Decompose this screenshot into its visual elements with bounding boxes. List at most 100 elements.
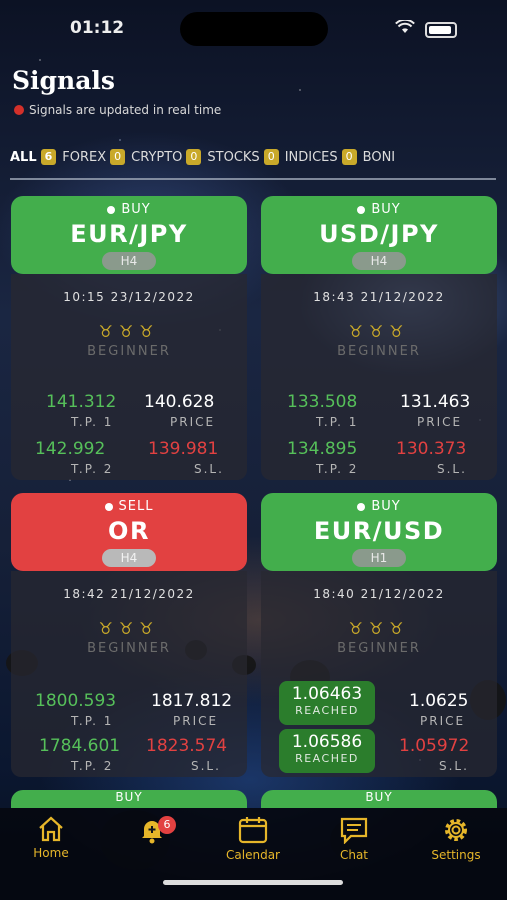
status-time: 01:12 — [70, 18, 125, 38]
signal-side: BUY — [11, 202, 247, 217]
tp1-value: 1800.593 — [35, 691, 117, 711]
signal-card-body: 18:43 21/12/2022 ♉♉♉ BEGINNER 133.508 T.… — [261, 274, 497, 480]
signal-pair: EUR/JPY — [70, 220, 188, 248]
price-label: PRICE — [420, 714, 466, 728]
tp2-value: 134.895 — [287, 439, 358, 459]
tab-all[interactable]: ALL 6 — [10, 146, 57, 168]
tp1-value: 1.06463 — [291, 684, 363, 704]
tab-indices[interactable]: INDICES 0 — [285, 146, 357, 168]
tab-label: INDICES — [284, 149, 338, 165]
tp2-reached-badge: 1.06586 REACHED — [279, 729, 375, 773]
signal-date: 18:42 21/12/2022 — [63, 587, 195, 601]
tabs-divider — [10, 178, 496, 180]
signal-card-usdjpy[interactable]: BUY USD/JPY H4 18:43 21/12/2022 ♉♉♉ BEGI… — [261, 196, 497, 480]
sl-label: S.L. — [439, 759, 469, 773]
bull-rating-icons: ♉♉♉ — [98, 322, 160, 341]
tab-label: ALL — [10, 149, 37, 165]
price-value: 140.628 — [144, 392, 215, 412]
tab-stocks[interactable]: STOCKS 0 — [207, 146, 279, 168]
bottom-nav: Home 6 Calendar Chat Settings — [0, 808, 507, 900]
nav-calendar[interactable]: Calendar — [213, 816, 293, 862]
signal-card-body: 10:15 23/12/2022 ♉♉♉ BEGINNER 141.312 T.… — [11, 274, 247, 480]
nav-label: Settings — [431, 848, 481, 862]
tab-label: BONI — [362, 149, 396, 165]
price-label: PRICE — [173, 714, 219, 728]
home-indicator[interactable] — [163, 880, 343, 885]
side-dot-icon — [357, 205, 366, 214]
signal-card-or[interactable]: SELL OR H4 18:42 21/12/2022 ♉♉♉ BEGINNER… — [11, 493, 247, 777]
side-dot-icon — [357, 502, 366, 511]
signal-card-body: 18:42 21/12/2022 ♉♉♉ BEGINNER 1800.593 T… — [11, 571, 247, 777]
tab-count-badge: 6 — [40, 149, 57, 165]
home-icon — [39, 816, 63, 842]
timeframe-badge: H4 — [102, 252, 156, 270]
signal-side: SELL — [11, 499, 247, 514]
tp2-label: T.P. 2 — [71, 462, 114, 476]
signal-card-eurusd[interactable]: BUY EUR/USD H1 18:40 21/12/2022 ♉♉♉ BEGI… — [261, 493, 497, 777]
timeframe-badge: H4 — [352, 252, 406, 270]
category-tabs: ALL 6 FOREX 0 CRYPTO 0 STOCKS 0 INDICES … — [10, 146, 500, 168]
battery-icon — [425, 22, 457, 38]
signal-card-peek[interactable]: BUY — [261, 790, 497, 808]
nav-alerts[interactable]: 6 — [112, 816, 192, 848]
gear-icon — [445, 819, 467, 841]
tab-count-badge: 0 — [110, 149, 126, 165]
tp2-label: T.P. 2 — [71, 759, 114, 773]
signal-side: BUY — [261, 202, 497, 217]
tab-forex[interactable]: FOREX 0 — [62, 146, 126, 168]
tp1-value: 141.312 — [46, 392, 117, 412]
signal-pair: OR — [108, 517, 150, 545]
nav-chat[interactable]: Chat — [314, 816, 394, 862]
signal-side-label: BUY — [371, 499, 401, 514]
price-value: 1817.812 — [151, 691, 233, 711]
sl-label: S.L. — [191, 759, 221, 773]
tp2-value: 142.992 — [35, 439, 106, 459]
signal-pair: USD/JPY — [319, 220, 439, 248]
tab-crypto[interactable]: CRYPTO 0 — [131, 146, 202, 168]
notification-count-badge: 6 — [158, 816, 176, 834]
signal-side-label: SELL — [118, 499, 154, 514]
tp1-label: REACHED — [295, 704, 359, 717]
signal-level: BEGINNER — [87, 344, 171, 359]
tp2-value: 1.06586 — [291, 732, 363, 752]
price-value: 131.463 — [400, 392, 471, 412]
bull-rating-icons: ♉♉♉ — [98, 619, 160, 638]
price-label: PRICE — [170, 415, 216, 429]
nav-home[interactable]: Home — [11, 816, 91, 860]
tab-bonds[interactable]: BONI — [363, 146, 395, 168]
price-value: 1.0625 — [409, 691, 469, 711]
status-bar: 01:12 — [0, 0, 507, 56]
realtime-note-text: Signals are updated in real time — [29, 103, 222, 117]
wifi-icon — [395, 20, 415, 33]
sl-value: 130.373 — [396, 439, 467, 459]
live-dot-icon — [14, 105, 24, 115]
sl-value: 139.981 — [148, 439, 219, 459]
signal-side-label: BUY — [115, 790, 143, 804]
tp2-label: REACHED — [295, 752, 359, 765]
signal-level: BEGINNER — [337, 641, 421, 656]
signal-date: 18:43 21/12/2022 — [313, 290, 445, 304]
tp1-label: T.P. 1 — [71, 415, 114, 429]
signal-card-header: BUY USD/JPY H4 — [261, 196, 497, 274]
nav-label: Home — [33, 846, 69, 860]
sl-label: S.L. — [194, 462, 224, 476]
sl-label: S.L. — [437, 462, 467, 476]
tp1-label: T.P. 1 — [71, 714, 114, 728]
signal-card-body: 18:40 21/12/2022 ♉♉♉ BEGINNER 1.06463 RE… — [261, 571, 497, 777]
side-dot-icon — [107, 205, 116, 214]
tp1-value: 133.508 — [287, 392, 358, 412]
tab-count-badge: 0 — [186, 149, 202, 165]
signal-level: BEGINNER — [87, 641, 171, 656]
signal-card-header: BUY EUR/USD H1 — [261, 493, 497, 571]
timeframe-badge: H1 — [352, 549, 406, 567]
signal-card-eurjpy[interactable]: BUY EUR/JPY H4 10:15 23/12/2022 ♉♉♉ BEGI… — [11, 196, 247, 480]
tp2-value: 1784.601 — [39, 736, 121, 756]
signal-card-peek[interactable]: BUY — [11, 790, 247, 808]
nav-label: Calendar — [226, 848, 280, 862]
tp1-label: T.P. 1 — [316, 415, 359, 429]
side-dot-icon — [104, 502, 113, 511]
nav-settings[interactable]: Settings — [416, 816, 496, 862]
signal-side-label: BUY — [371, 202, 401, 217]
signal-pair: EUR/USD — [313, 517, 445, 545]
tab-label: FOREX — [62, 149, 107, 165]
